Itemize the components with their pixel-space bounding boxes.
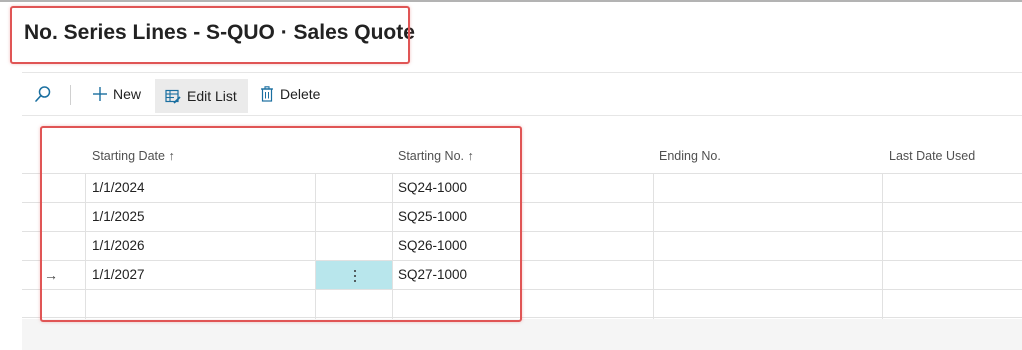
toolbar-divider	[70, 85, 71, 105]
delete-button[interactable]: Delete	[260, 79, 320, 109]
edit-list-icon	[165, 89, 181, 104]
plus-icon	[92, 86, 108, 102]
column-divider	[882, 173, 883, 319]
new-button-label: New	[113, 86, 142, 102]
delete-button-label: Delete	[280, 86, 321, 102]
search-button[interactable]	[30, 79, 56, 109]
column-divider	[653, 173, 654, 319]
edit-list-button-label: Edit List	[187, 88, 237, 104]
window-top-border	[0, 0, 1022, 2]
column-header-ending-no[interactable]: Ending No.	[659, 140, 721, 173]
trash-icon	[260, 86, 274, 102]
column-header-label: Last Date Used	[889, 149, 976, 163]
new-button[interactable]: New	[92, 79, 141, 109]
column-header-label: Ending No.	[659, 149, 721, 163]
grid-highlight-box	[40, 126, 522, 322]
search-icon	[34, 85, 52, 103]
toolbar-bottom-divider	[22, 115, 1022, 116]
edit-list-button[interactable]: Edit List	[155, 79, 248, 113]
action-bar: New Edit List Delete	[22, 73, 1022, 115]
grid-footer-area	[22, 319, 1022, 350]
title-highlight-box	[10, 6, 410, 64]
column-header-last-date-used[interactable]: Last Date Used	[889, 140, 975, 173]
